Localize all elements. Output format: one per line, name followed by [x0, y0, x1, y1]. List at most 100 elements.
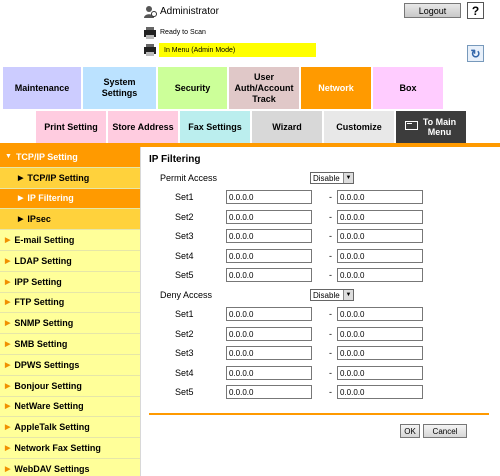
sidebar-item-label: Bonjour Setting: [14, 380, 82, 391]
sidebar-item-label: SMB Setting: [14, 339, 68, 350]
sidebar-item-label: SNMP Setting: [14, 318, 74, 329]
sidebar-item-label: TCP/IP Setting: [27, 172, 90, 183]
deny-set4-from-input[interactable]: [226, 366, 312, 380]
logout-button[interactable]: Logout: [404, 3, 461, 18]
deny-set3-from-input[interactable]: [226, 346, 312, 360]
sidebar-item-email-setting[interactable]: ▶ E-mail Setting: [0, 230, 140, 251]
sidebar-item-ipp-setting[interactable]: ▶ IPP Setting: [0, 272, 140, 293]
subtab-fax-settings[interactable]: Fax Settings: [180, 111, 250, 143]
range-dash: -: [329, 329, 332, 339]
caret-right-icon: ▶: [5, 299, 11, 307]
deny-set4-to-input[interactable]: [337, 366, 423, 380]
permit-set1-label: Set1: [175, 192, 194, 202]
tab-system-settings[interactable]: System Settings: [83, 67, 156, 109]
sidebar-item-network-fax-setting[interactable]: ▶ Network Fax Setting: [0, 438, 140, 459]
header: Administrator Logout ? Ready to Scan In …: [0, 0, 500, 64]
tab-security[interactable]: Security: [158, 67, 227, 109]
subtab-label: Customize: [336, 122, 382, 132]
range-dash: -: [329, 270, 332, 280]
subtab-store-address[interactable]: Store Address: [108, 111, 178, 143]
sidebar-item-ftp-setting[interactable]: ▶ FTP Setting: [0, 293, 140, 314]
caret-right-icon: ▶: [5, 445, 11, 453]
sidebar-item-ip-filtering[interactable]: ▶ IP Filtering: [0, 188, 140, 210]
range-dash: -: [329, 212, 332, 222]
permit-set5-to-input[interactable]: [337, 268, 423, 282]
monitor-icon: [404, 121, 418, 133]
deny-set1-from-input[interactable]: [226, 307, 312, 321]
subtab-label: Fax Settings: [188, 122, 242, 132]
sidebar-item-snmp-setting[interactable]: ▶ SNMP Setting: [0, 313, 140, 335]
caret-right-icon: ▶: [5, 424, 11, 432]
deny-set3-to-input[interactable]: [337, 346, 423, 360]
permit-set2-to-input[interactable]: [337, 210, 423, 224]
range-dash: -: [329, 368, 332, 378]
range-dash: -: [329, 348, 332, 358]
sidebar-item-webdav-settings[interactable]: ▶ WebDAV Settings: [0, 459, 140, 476]
tab-network[interactable]: Network: [301, 67, 371, 109]
caret-right-icon: ▶: [5, 341, 11, 349]
subtab-print-setting[interactable]: Print Setting: [36, 111, 106, 143]
admin-user-icon: [143, 5, 157, 19]
deny-set1-to-input[interactable]: [337, 307, 423, 321]
subtab-customize[interactable]: Customize: [324, 111, 394, 143]
sidebar-item-ipsec[interactable]: ▶ IPsec: [0, 209, 140, 231]
sidebar-item-label: IP Filtering: [27, 193, 74, 204]
ip-filtering-panel: IP Filtering Permit Access Disable ▼ Set…: [149, 153, 489, 473]
deny-set2-to-input[interactable]: [337, 327, 423, 341]
subtab-wizard[interactable]: Wizard: [252, 111, 322, 143]
caret-down-icon: ▼: [5, 153, 12, 161]
permit-access-label: Permit Access: [160, 173, 218, 183]
sidebar-item-appletalk-setting[interactable]: ▶ AppleTalk Setting: [0, 417, 140, 439]
chevron-down-icon: ▼: [343, 173, 353, 183]
range-dash: -: [329, 231, 332, 241]
permit-set1-from-input[interactable]: [226, 190, 312, 204]
subtab-label: Print Setting: [44, 122, 98, 132]
deny-set4-label: Set4: [175, 368, 194, 378]
tab-user-auth[interactable]: User Auth/Account Track: [229, 67, 299, 109]
caret-right-icon: ▶: [18, 216, 24, 224]
to-main-menu-button[interactable]: To Main Menu: [396, 111, 466, 143]
permit-set2-from-input[interactable]: [226, 210, 312, 224]
sidebar-item-tcpip-setting[interactable]: ▶ TCP/IP Setting: [0, 167, 140, 189]
sidebar-item-netware-setting[interactable]: ▶ NetWare Setting: [0, 397, 140, 418]
subtab-label: Store Address: [112, 122, 174, 132]
sidebar-item-ldap-setting[interactable]: ▶ LDAP Setting: [0, 251, 140, 272]
deny-access-select[interactable]: Disable ▼: [310, 289, 354, 301]
sidebar: ▼ TCP/IP Setting ▶ TCP/IP Setting ▶ IP Filt…: [0, 147, 141, 476]
subtab-label: Wizard: [272, 122, 302, 132]
permit-set4-to-input[interactable]: [337, 249, 423, 263]
permit-set3-to-input[interactable]: [337, 229, 423, 243]
range-dash: -: [329, 251, 332, 261]
admin-label: Administrator: [160, 6, 219, 17]
deny-access-value: Disable: [313, 290, 340, 300]
deny-set5-to-input[interactable]: [337, 385, 423, 399]
sidebar-item-tcpip-setting-group[interactable]: ▼ TCP/IP Setting: [0, 147, 140, 168]
tab-box[interactable]: Box: [373, 67, 443, 109]
permit-access-select[interactable]: Disable ▼: [310, 172, 354, 184]
caret-right-icon: ▶: [5, 237, 11, 245]
tab-maintenance[interactable]: Maintenance: [3, 67, 81, 109]
refresh-icon: ↻: [470, 46, 481, 61]
sidebar-item-label: LDAP Setting: [14, 255, 72, 266]
sidebar-item-bonjour-setting[interactable]: ▶ Bonjour Setting: [0, 376, 140, 397]
help-button[interactable]: ?: [467, 2, 484, 19]
cancel-button[interactable]: Cancel: [423, 424, 467, 438]
sidebar-item-smb-setting[interactable]: ▶ SMB Setting: [0, 334, 140, 355]
deny-set5-from-input[interactable]: [226, 385, 312, 399]
caret-right-icon: ▶: [5, 257, 11, 265]
sidebar-item-label: AppleTalk Setting: [14, 422, 90, 433]
deny-set2-from-input[interactable]: [226, 327, 312, 341]
caret-right-icon: ▶: [5, 403, 11, 411]
ok-button[interactable]: OK: [400, 424, 420, 438]
permit-set1-to-input[interactable]: [337, 190, 423, 204]
permit-set5-from-input[interactable]: [226, 268, 312, 282]
permit-set4-from-input[interactable]: [226, 249, 312, 263]
tab-label: System Settings: [101, 77, 138, 98]
sidebar-item-label: DPWS Settings: [14, 359, 80, 370]
page-title: IP Filtering: [149, 154, 201, 165]
refresh-button[interactable]: ↻: [467, 45, 484, 62]
permit-access-value: Disable: [313, 173, 340, 183]
tab-label: Network: [318, 82, 354, 93]
permit-set3-from-input[interactable]: [226, 229, 312, 243]
sidebar-item-dpws-settings[interactable]: ▶ DPWS Settings: [0, 355, 140, 376]
